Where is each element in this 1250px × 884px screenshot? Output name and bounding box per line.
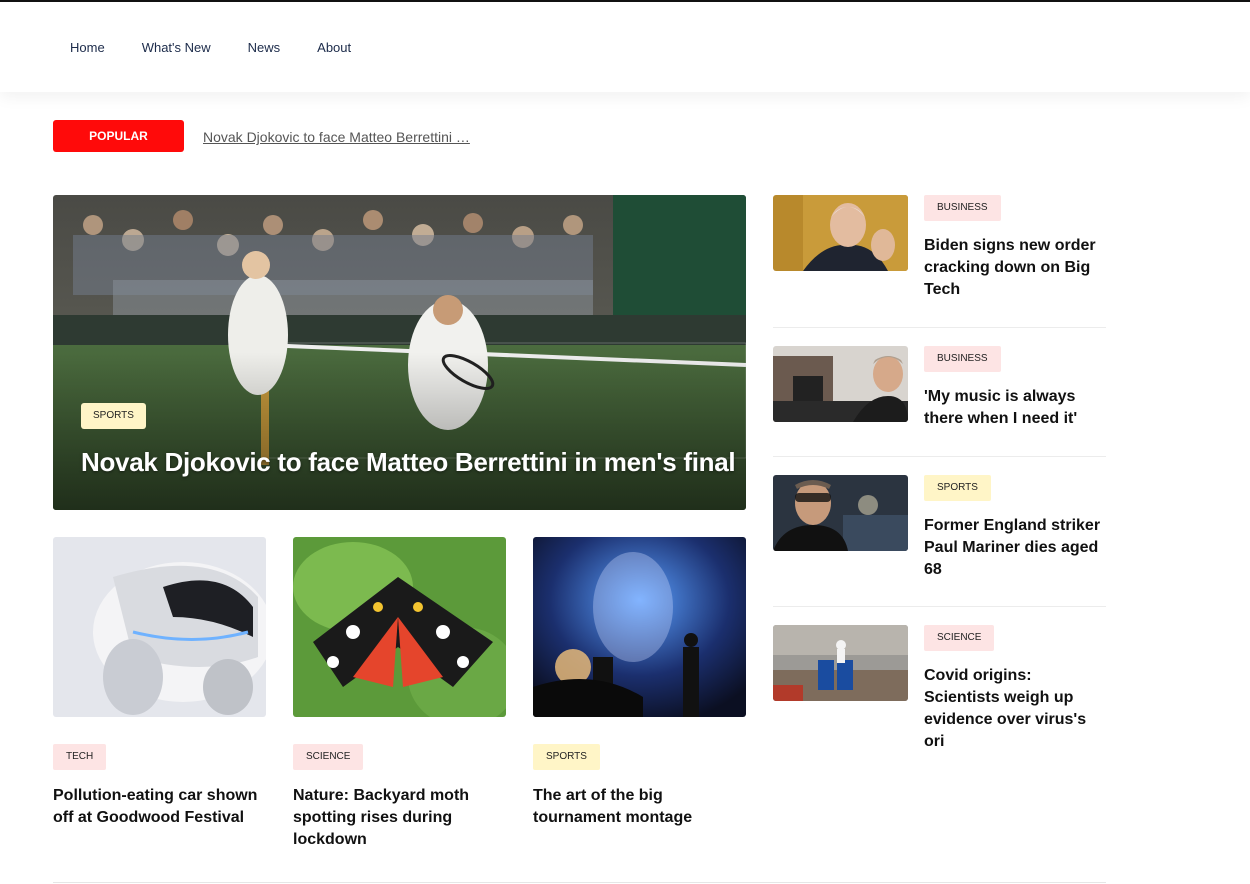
divider [773,327,1106,328]
sidebar-title[interactable]: Former England striker Paul Mariner dies… [924,515,1104,581]
card-image[interactable] [53,537,266,717]
card-title[interactable]: Nature: Backyard moth spotting rises dur… [293,785,508,851]
sidebar-category-tag[interactable]: BUSINESS [924,195,1001,221]
card-title[interactable]: Pollution-eating car shown off at Goodwo… [53,785,268,829]
sidebar-category-tag[interactable]: SPORTS [924,475,991,501]
sidebar-title[interactable]: 'My music is always there when I need it… [924,386,1104,430]
article-card[interactable]: TECH Pollution-eating car shown off at G… [53,537,266,826]
card-image[interactable] [533,537,746,717]
hero-article[interactable]: SPORTS Novak Djokovic to face Matteo Ber… [53,195,746,510]
hero-title[interactable]: Novak Djokovic to face Matteo Berrettini… [81,447,736,478]
sidebar-title[interactable]: Covid origins: Scientists weigh up evide… [924,665,1104,753]
sidebar-image[interactable] [773,475,908,551]
popular-badge: POPULAR [53,120,184,152]
nav-home[interactable]: Home [70,40,105,56]
card-category-tag[interactable]: TECH [53,744,107,770]
card-category-tag[interactable]: SPORTS [533,744,600,770]
main-nav: Home What's New News About [70,40,388,56]
card-title[interactable]: The art of the big tournament montage [533,785,748,829]
sidebar-category-tag[interactable]: BUSINESS [924,346,1001,372]
divider [53,882,1106,883]
site-header: Home What's New News About [0,0,1250,92]
divider [773,606,1106,607]
popular-ticker-link[interactable]: Novak Djokovic to face Matteo Berrettini… [203,129,470,145]
article-card[interactable]: SCIENCE Nature: Backyard moth spotting r… [293,537,506,848]
nav-news[interactable]: News [248,40,281,56]
card-category-tag[interactable]: SCIENCE [293,744,364,770]
sidebar-image[interactable] [773,346,908,422]
hero-category-tag[interactable]: SPORTS [81,403,146,429]
divider [773,456,1106,457]
nav-whats-new[interactable]: What's New [142,40,211,56]
sidebar-image[interactable] [773,195,908,271]
article-card[interactable]: SPORTS The art of the big tournament mon… [533,537,746,826]
sidebar-title[interactable]: Biden signs new order cracking down on B… [924,235,1104,301]
sidebar-image[interactable] [773,625,908,701]
card-image[interactable] [293,537,506,717]
sidebar-category-tag[interactable]: SCIENCE [924,625,995,651]
nav-about[interactable]: About [317,40,351,56]
